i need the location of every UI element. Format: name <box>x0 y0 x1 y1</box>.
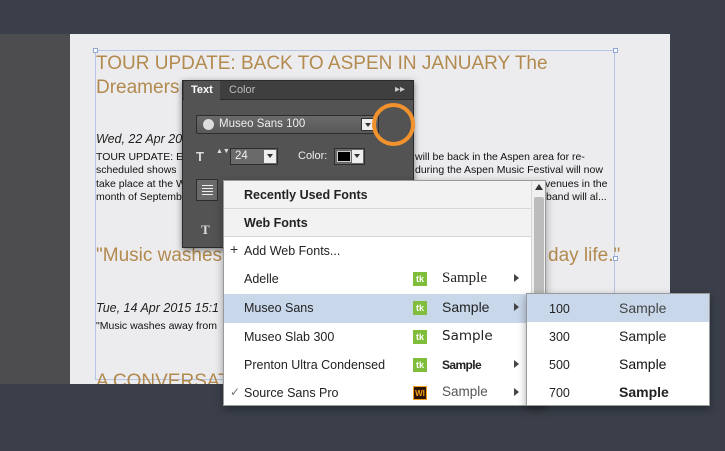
font-name: Source Sans Pro <box>244 386 339 400</box>
font-item-prenton-ultra-condensed[interactable]: Prenton Ultra Condensed tk Sample <box>224 351 531 380</box>
font-sample: Sample <box>442 384 488 399</box>
installed-font-icon: WI <box>413 386 427 400</box>
scroll-up-arrow-icon[interactable] <box>535 184 543 190</box>
weight-sample: Sample <box>619 356 667 372</box>
typekit-icon: tk <box>413 358 427 372</box>
font-dropdown-menu: Recently Used Fonts Web Fonts + Add Web … <box>223 180 546 406</box>
body-line: will be back in the Aspen area for re- <box>415 151 585 163</box>
font-size-dropdown[interactable] <box>264 150 276 163</box>
article-date-1: Wed, 22 Apr 20 <box>96 132 183 146</box>
panel-header: Text Color ▸▸ <box>183 81 413 100</box>
color-dropdown[interactable] <box>352 150 363 163</box>
body-line: during the Aspen Music Festival will now <box>415 164 603 176</box>
weight-item-500[interactable]: 500 Sample <box>527 350 709 378</box>
body-line: "Music washes away from <box>96 320 218 332</box>
font-sample: Sample <box>442 299 490 315</box>
article-date-2: Tue, 14 Apr 2015 15:1 <box>96 301 220 315</box>
font-size-icon: T <box>196 149 204 164</box>
font-name: Museo Slab 300 <box>244 330 335 344</box>
tab-text[interactable]: Text <box>184 81 220 100</box>
color-swatch <box>337 151 351 162</box>
font-size-value: 24 <box>235 150 248 162</box>
font-name: Prenton Ultra Condensed <box>244 358 386 372</box>
tab-color[interactable]: Color <box>222 81 262 100</box>
body-line: month of Septemb <box>96 191 182 203</box>
submenu-arrow-icon <box>514 360 519 368</box>
body-line: scheduled shows <box>96 164 177 176</box>
left-panel-strip <box>0 34 70 384</box>
font-size-stepper[interactable]: ▲▼ <box>216 148 230 165</box>
weight-label: 300 <box>549 330 570 344</box>
text-color-picker[interactable] <box>334 148 365 165</box>
web-fonts-heading: Web Fonts <box>224 209 531 237</box>
font-name: Museo Sans <box>244 301 314 315</box>
font-sample: Sample <box>442 270 487 286</box>
add-web-fonts-item[interactable]: + Add Web Fonts... <box>224 237 531 266</box>
frame-handle[interactable] <box>613 48 618 53</box>
font-weight-submenu: 100 Sample 300 Sample 500 Sample 700 Sam… <box>526 293 710 406</box>
font-family-value: Museo Sans 100 <box>219 118 306 130</box>
weight-label: 100 <box>549 302 570 316</box>
weight-item-100[interactable]: 100 Sample <box>527 294 709 322</box>
submenu-arrow-icon <box>514 303 519 311</box>
headline-1-line-2[interactable]: Dreamers <box>96 76 179 100</box>
weight-label: 700 <box>549 386 570 400</box>
panel-menu-icon[interactable]: ▸▸ <box>395 84 405 95</box>
font-sample: Sample <box>442 358 482 372</box>
color-label: Color: <box>298 150 328 162</box>
headline-1-line-1[interactable]: TOUR UPDATE: BACK TO ASPEN IN JANUARY Th… <box>96 52 548 76</box>
font-sample: Sample <box>442 328 493 344</box>
weight-item-700[interactable]: 700 Sample <box>527 378 709 406</box>
scroll-thumb[interactable] <box>534 197 544 297</box>
body-line: band will al... <box>546 191 607 203</box>
submenu-arrow-icon <box>514 274 519 282</box>
font-name: Adelle <box>244 272 279 286</box>
align-left-icon <box>202 185 213 195</box>
body-line: TOUR UPDATE: E <box>96 151 184 163</box>
weight-sample: Sample <box>619 384 669 400</box>
size-color-row: T ▲▼ 24 Color: <box>196 147 406 167</box>
headline-2-right[interactable]: day life." <box>548 244 620 268</box>
font-item-museo-slab-300[interactable]: Museo Slab 300 tk Sample <box>224 323 531 352</box>
weight-sample: Sample <box>619 328 667 344</box>
plus-icon: + <box>230 241 239 257</box>
font-size-input[interactable]: 24 <box>230 148 278 165</box>
body-line: venues in the <box>545 178 608 190</box>
submenu-arrow-icon <box>514 388 519 396</box>
font-item-source-sans-pro[interactable]: ✓ Source Sans Pro WI Sample <box>224 379 531 405</box>
recently-used-fonts-heading: Recently Used Fonts <box>224 181 531 209</box>
font-item-museo-sans[interactable]: Museo Sans tk Sample <box>224 294 531 323</box>
typekit-icon: tk <box>413 330 427 344</box>
font-item-adelle[interactable]: Adelle tk Sample <box>224 265 531 294</box>
typekit-icon: tk <box>413 301 427 315</box>
weight-label: 500 <box>549 358 570 372</box>
weight-item-300[interactable]: 300 Sample <box>527 322 709 350</box>
typekit-icon: tk <box>413 272 427 286</box>
headline-3[interactable]: A CONVERSAT <box>96 370 230 384</box>
menu-item-label: Add Web Fonts... <box>244 244 341 258</box>
font-family-select[interactable]: Museo Sans 100 <box>196 115 379 134</box>
weight-sample: Sample <box>619 300 667 316</box>
body-line: take place at the W <box>96 178 186 190</box>
web-font-icon <box>203 119 214 130</box>
highlight-circle <box>372 103 415 146</box>
align-left-button[interactable] <box>196 179 218 201</box>
text-style-icon[interactable]: T <box>201 222 210 238</box>
checkmark-icon: ✓ <box>230 385 241 399</box>
